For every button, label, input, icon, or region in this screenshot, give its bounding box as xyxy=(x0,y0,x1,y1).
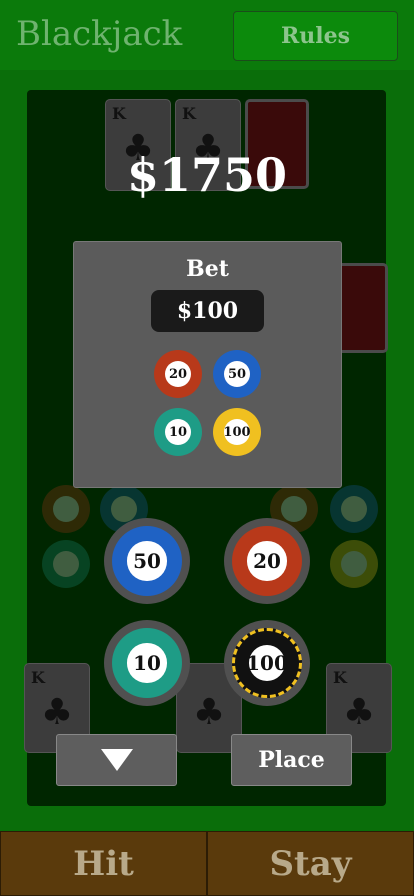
chip-10[interactable]: 10 xyxy=(154,408,202,456)
clubs-icon: ♣ xyxy=(40,692,74,733)
ghost-chip xyxy=(330,485,378,533)
chip-50-large[interactable]: 50 xyxy=(112,526,182,596)
chip-50[interactable]: 50 xyxy=(213,350,261,398)
chip-20[interactable]: 20 xyxy=(154,350,202,398)
stay-button[interactable]: Stay xyxy=(207,831,414,896)
ghost-chip xyxy=(330,540,378,588)
clubs-icon: ♣ xyxy=(342,692,376,733)
triangle-down-icon xyxy=(100,749,133,771)
rules-button[interactable]: Rules xyxy=(233,11,398,61)
card-rank: K xyxy=(112,104,126,123)
place-button[interactable]: Place xyxy=(231,734,352,786)
bet-panel: Bet $100 20 50 10 100 xyxy=(73,241,342,488)
app-header: Blackjack Rules xyxy=(0,0,414,70)
hit-button[interactable]: Hit xyxy=(0,831,207,896)
chip-20-large[interactable]: 20 xyxy=(232,526,302,596)
chip-100-large[interactable]: 100 xyxy=(232,628,302,698)
app-title: Blackjack xyxy=(16,14,183,54)
card-rank: K xyxy=(182,104,196,123)
collapse-button[interactable] xyxy=(56,734,177,786)
footer-bar: Hit Stay xyxy=(0,831,414,896)
ghost-chip xyxy=(42,540,90,588)
bet-label: Bet xyxy=(186,256,229,282)
bet-value: $100 xyxy=(151,290,264,332)
card-rank: K xyxy=(31,668,45,687)
balance: $1750 xyxy=(126,148,288,202)
card-rank: K xyxy=(333,668,347,687)
ghost-chip xyxy=(42,485,90,533)
chip-100[interactable]: 100 xyxy=(213,408,261,456)
clubs-icon: ♣ xyxy=(192,692,226,733)
chip-10-large[interactable]: 10 xyxy=(112,628,182,698)
